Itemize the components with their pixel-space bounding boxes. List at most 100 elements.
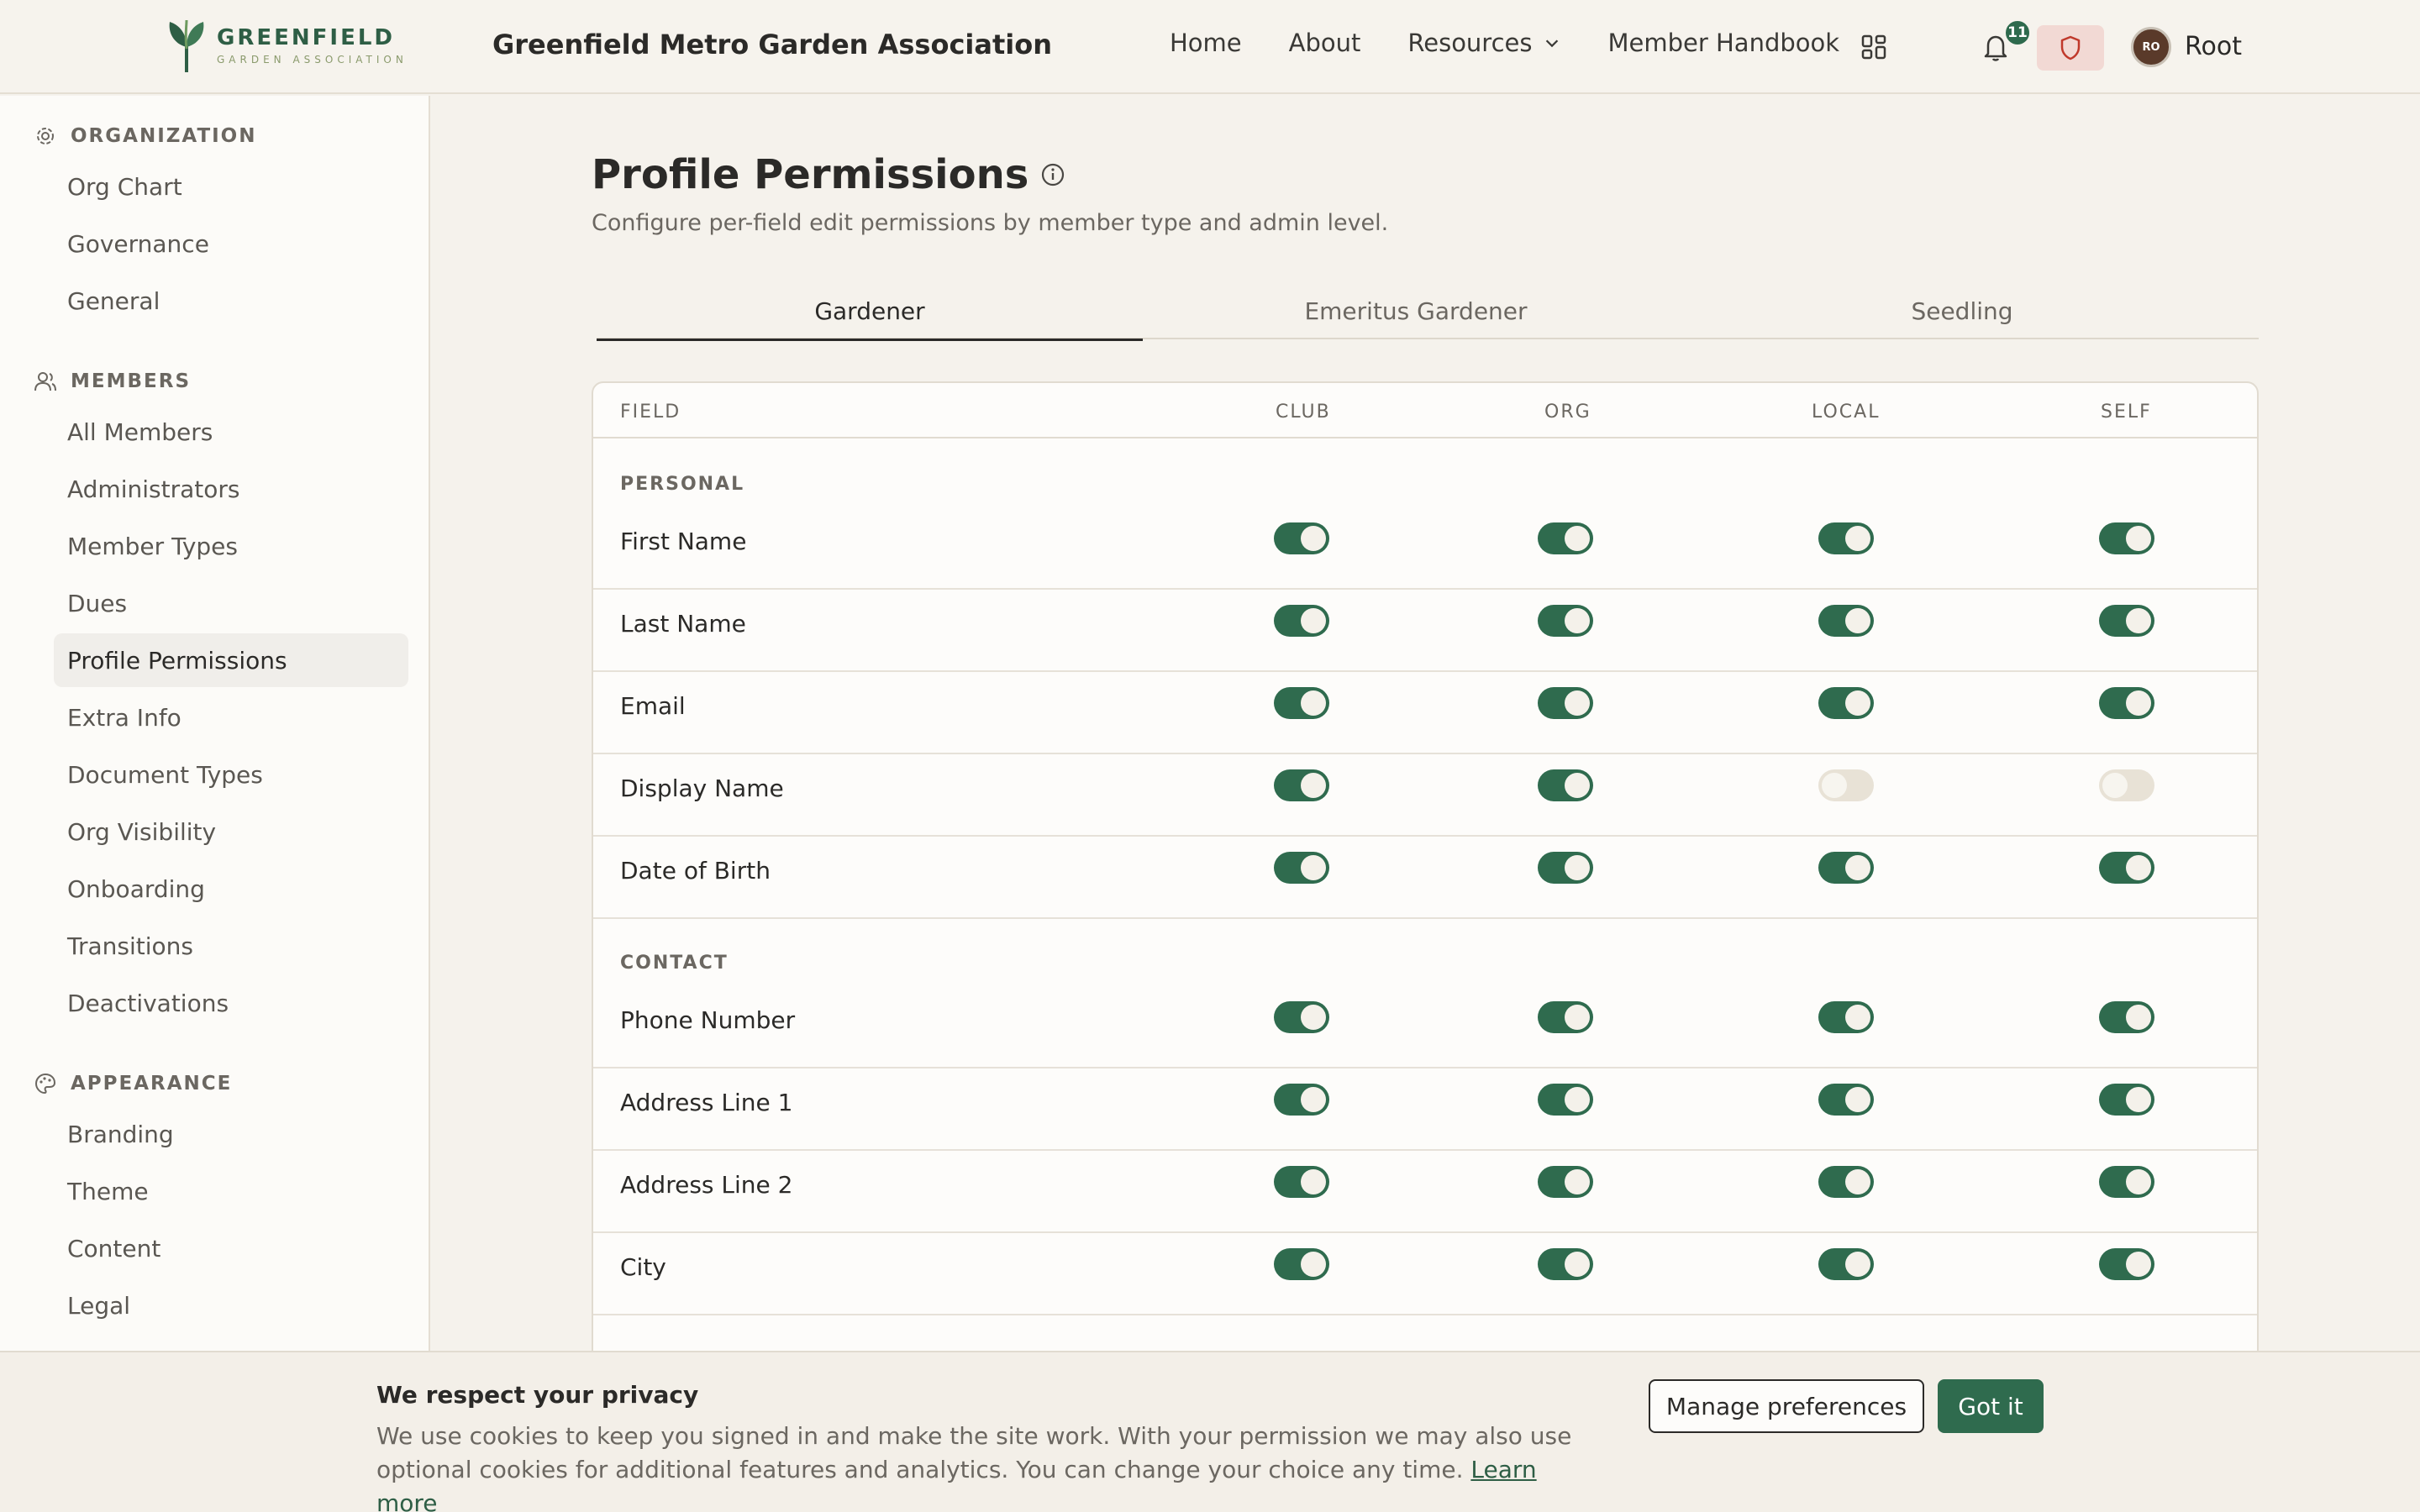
- toggle-self[interactable]: [2099, 1248, 2154, 1280]
- toggle-local[interactable]: [1818, 1084, 1874, 1116]
- tab-gardener[interactable]: Gardener: [597, 291, 1143, 341]
- toggle-club[interactable]: [1274, 605, 1329, 637]
- top-bar: GREENFIELD GARDEN ASSOCIATION Greenfield…: [0, 0, 2420, 94]
- logo-subtitle: GARDEN ASSOCIATION: [217, 54, 408, 66]
- toggle-local[interactable]: [1818, 769, 1874, 801]
- toggle-club[interactable]: [1274, 769, 1329, 801]
- page-title: Profile Permissions: [592, 151, 1065, 198]
- avatar[interactable]: RO: [2131, 27, 2171, 67]
- toggle-club[interactable]: [1274, 852, 1329, 884]
- sidebar-item-administrators[interactable]: Administrators: [54, 462, 408, 516]
- toggle-self[interactable]: [2099, 1001, 2154, 1033]
- sidebar-item-all-members[interactable]: All Members: [54, 405, 408, 459]
- main-nav: Home About Resources Member Handbook: [1170, 29, 1886, 57]
- info-icon[interactable]: [1040, 162, 1065, 187]
- admin-shield-button[interactable]: [2037, 25, 2104, 71]
- toggle-knob: [1301, 1005, 1326, 1030]
- tab-seedling[interactable]: Seedling: [1689, 291, 2235, 338]
- sidebar-item-org-chart[interactable]: Org Chart: [54, 160, 408, 213]
- toggle-club[interactable]: [1274, 687, 1329, 719]
- sidebar-item-member-types[interactable]: Member Types: [54, 519, 408, 573]
- shield-icon: [2060, 35, 2081, 60]
- toggle-org[interactable]: [1538, 1084, 1593, 1116]
- toggle-local[interactable]: [1818, 687, 1874, 719]
- row-divider: [593, 753, 2257, 754]
- sidebar-section-appearance: APPEARANCE: [34, 1072, 232, 1095]
- sidebar-item-content[interactable]: Content: [54, 1221, 408, 1275]
- toggle-org[interactable]: [1538, 1166, 1593, 1198]
- sidebar-item-deactivations[interactable]: Deactivations: [54, 976, 408, 1030]
- sidebar-item-governance[interactable]: Governance: [54, 217, 408, 270]
- sidebar-item-profile-permissions[interactable]: Profile Permissions: [54, 633, 408, 687]
- toggle-club[interactable]: [1274, 522, 1329, 554]
- tab-emeritus-gardener[interactable]: Emeritus Gardener: [1143, 291, 1689, 338]
- got-it-button[interactable]: Got it: [1938, 1379, 2044, 1433]
- nav-resources[interactable]: Resources: [1407, 29, 1560, 57]
- row-divider: [593, 917, 2257, 919]
- field-label: Address Line 2: [620, 1171, 793, 1199]
- sidebar-item-org-visibility[interactable]: Org Visibility: [54, 805, 408, 858]
- nav-about[interactable]: About: [1289, 29, 1361, 57]
- toggle-self[interactable]: [2099, 522, 2154, 554]
- row-divider: [593, 835, 2257, 837]
- sidebar-item-legal[interactable]: Legal: [54, 1278, 408, 1332]
- toggle-knob: [1565, 855, 1590, 880]
- column-header-club: CLUB: [1276, 402, 1331, 423]
- toggle-org[interactable]: [1538, 522, 1593, 554]
- field-label: Last Name: [620, 610, 746, 638]
- toggle-local[interactable]: [1818, 522, 1874, 554]
- manage-preferences-button[interactable]: Manage preferences: [1649, 1379, 1924, 1433]
- notification-badge: 11: [2003, 18, 2032, 47]
- toggle-club[interactable]: [1274, 1166, 1329, 1198]
- toggle-org[interactable]: [1538, 852, 1593, 884]
- toggle-local[interactable]: [1818, 1001, 1874, 1033]
- user-name[interactable]: Root: [2185, 32, 2242, 61]
- toggle-self[interactable]: [2099, 769, 2154, 801]
- toggle-local[interactable]: [1818, 1248, 1874, 1280]
- toggle-local[interactable]: [1818, 1166, 1874, 1198]
- sidebar-item-onboarding[interactable]: Onboarding: [54, 862, 408, 916]
- sidebar-item-general[interactable]: General: [54, 274, 408, 328]
- header-divider: [593, 437, 2257, 438]
- toggle-org[interactable]: [1538, 1248, 1593, 1280]
- cookie-body: We use cookies to keep you signed in and…: [376, 1422, 1572, 1483]
- sidebar-item-transitions[interactable]: Transitions: [54, 919, 408, 973]
- toggle-club[interactable]: [1274, 1001, 1329, 1033]
- toggle-knob: [1301, 526, 1326, 551]
- sidebar-item-extra-info[interactable]: Extra Info: [54, 690, 408, 744]
- toggle-knob: [1845, 608, 1870, 633]
- toggle-self[interactable]: [2099, 605, 2154, 637]
- page-subtitle: Configure per-field edit permissions by …: [592, 210, 1389, 236]
- toggle-knob: [2126, 855, 2151, 880]
- toggle-local[interactable]: [1818, 852, 1874, 884]
- sidebar-item-document-types[interactable]: Document Types: [54, 748, 408, 801]
- sidebar-item-theme[interactable]: Theme: [54, 1164, 408, 1218]
- sidebar-item-dues[interactable]: Dues: [54, 576, 408, 630]
- toggle-knob: [1845, 526, 1870, 551]
- field-label: First Name: [620, 528, 747, 555]
- toggle-self[interactable]: [2099, 852, 2154, 884]
- logo[interactable]: GREENFIELD GARDEN ASSOCIATION: [165, 18, 408, 72]
- toggle-self[interactable]: [2099, 687, 2154, 719]
- toggle-org[interactable]: [1538, 1001, 1593, 1033]
- apps-grid-icon[interactable]: [1860, 34, 1887, 60]
- member-type-tabs: Gardener Emeritus Gardener Seedling: [597, 291, 2259, 341]
- toggle-local[interactable]: [1818, 605, 1874, 637]
- toggle-self[interactable]: [2099, 1084, 2154, 1116]
- toggle-club[interactable]: [1274, 1248, 1329, 1280]
- sidebar-item-branding[interactable]: Branding: [54, 1107, 408, 1161]
- toggle-knob: [1845, 855, 1870, 880]
- nav-member-handbook[interactable]: Member Handbook: [1608, 29, 1840, 57]
- nav-about-label: About: [1288, 29, 1361, 57]
- toggle-knob: [1565, 1005, 1590, 1030]
- toggle-org[interactable]: [1538, 769, 1593, 801]
- toggle-org[interactable]: [1538, 687, 1593, 719]
- toggle-org[interactable]: [1538, 605, 1593, 637]
- cookie-text: We use cookies to keep you signed in and…: [376, 1420, 1603, 1512]
- toggle-self[interactable]: [2099, 1166, 2154, 1198]
- toggle-club[interactable]: [1274, 1084, 1329, 1116]
- nav-home[interactable]: Home: [1170, 29, 1242, 57]
- sidebar-section-members: MEMBERS: [34, 370, 191, 393]
- site-title: Greenfield Metro Garden Association: [492, 29, 1052, 60]
- toggle-knob: [1565, 1252, 1590, 1277]
